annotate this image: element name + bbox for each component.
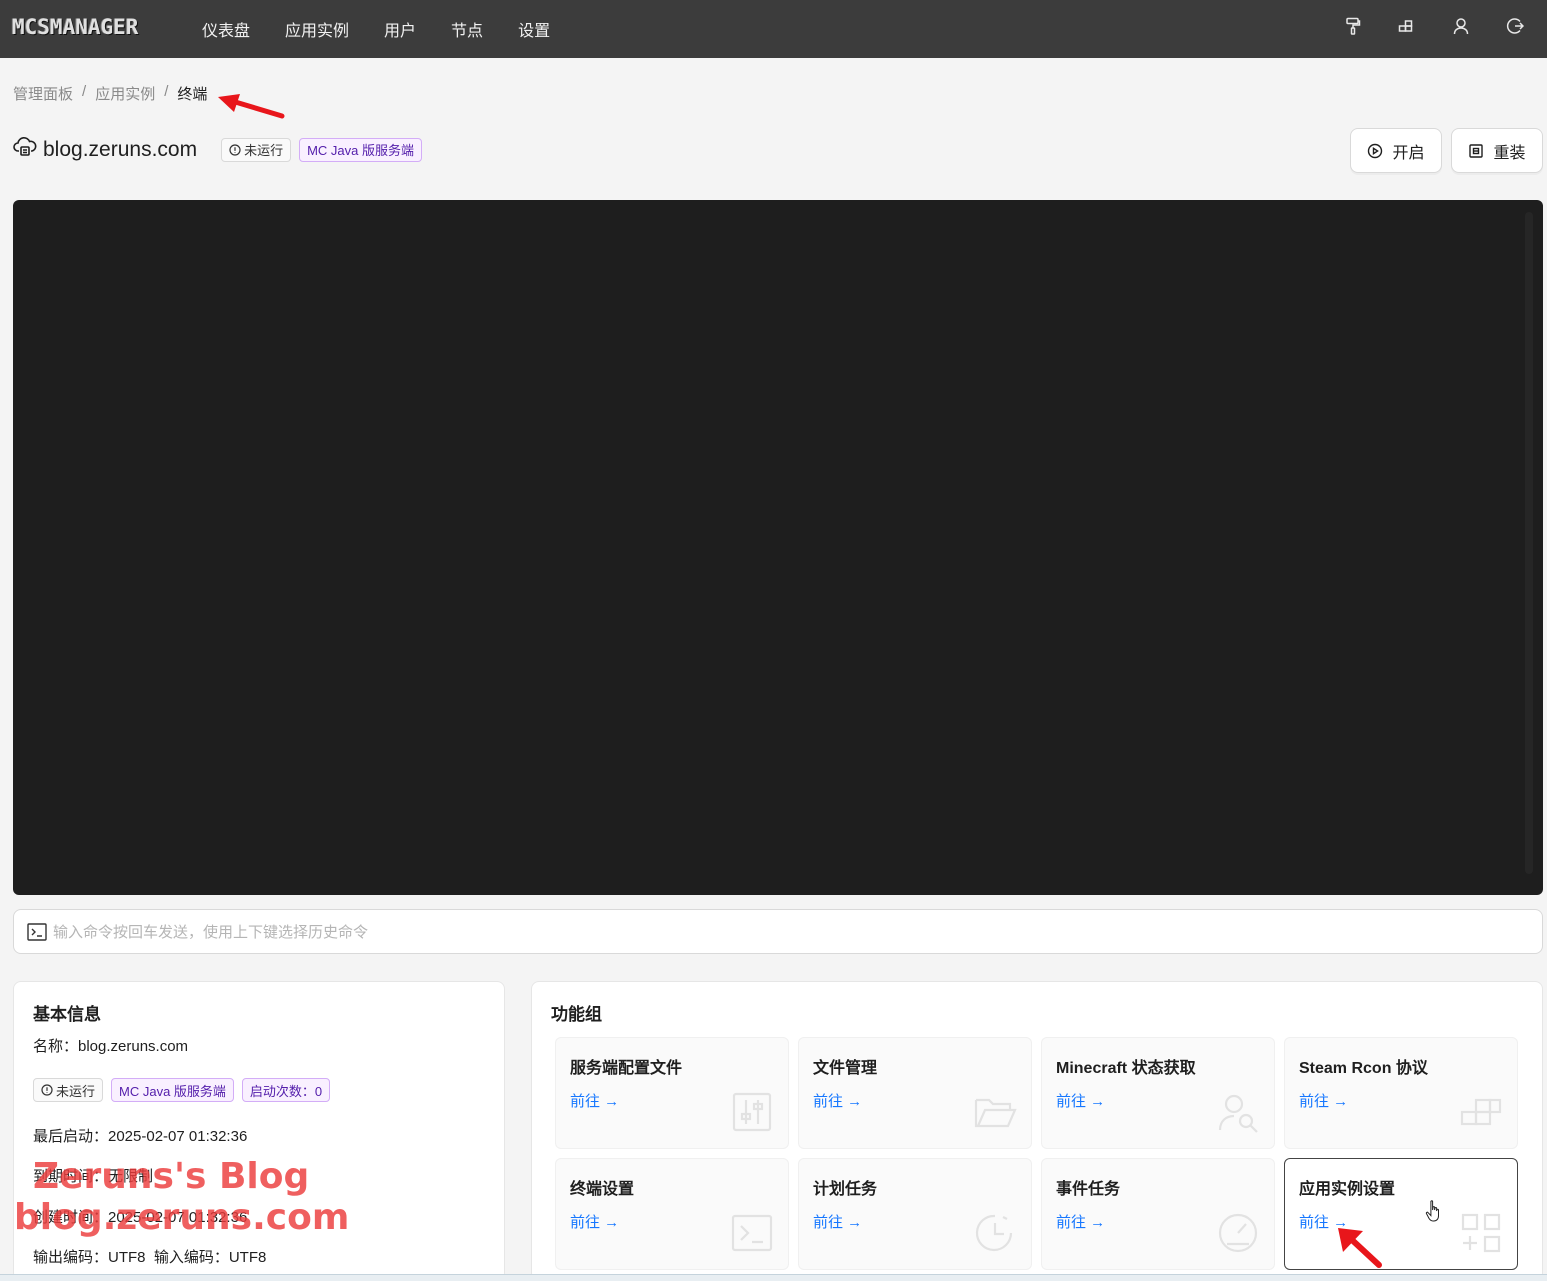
blocks-icon[interactable] (1397, 14, 1417, 38)
function-item-scheduled-tasks[interactable]: 计划任务 前往 → (798, 1158, 1032, 1270)
launch-count-badge: 启动次数：0 (241, 1078, 331, 1102)
go-link[interactable]: 前往 → (813, 1211, 862, 1232)
info-name: 名称：blog.zeruns.com (33, 1038, 189, 1055)
info-encoding: 输出编码：UTF8 输入编码：UTF8 (33, 1249, 267, 1266)
user-icon[interactable] (1451, 14, 1471, 38)
function-item-file-manager[interactable]: 文件管理 前往 → (798, 1037, 1032, 1149)
reinstall-button[interactable]: 重装 (1451, 128, 1543, 173)
info-tags: 未运行 MC Java 版服务端 启动次数：0 (33, 1078, 338, 1102)
nav-nodes[interactable]: 节点 (451, 17, 483, 41)
command-placeholder: 输入命令按回车发送，使用上下键选择历史命令 (53, 924, 369, 941)
start-button[interactable]: 开启 (1350, 128, 1442, 173)
function-group-card: 功能组 服务端配置文件 前往 → 文件管理 前往 → Minecraft 状态获… (531, 981, 1543, 1281)
go-link[interactable]: 前往 → (1056, 1090, 1105, 1111)
function-item-instance-settings[interactable]: 应用实例设置 前往 → (1284, 1158, 1518, 1270)
info-last-start: 最后启动：2025-02-07 01:32:36 (33, 1128, 248, 1145)
function-title: Minecraft 状态获取 (1056, 1060, 1196, 1077)
folder-icon (974, 1098, 1017, 1128)
go-link[interactable]: 前往 → (570, 1211, 619, 1232)
status-text: 未运行 (244, 143, 284, 158)
info-status-text: 未运行 (56, 1083, 96, 1099)
function-title: 服务端配置文件 (570, 1060, 683, 1077)
instance-header: blog.zeruns.com 未运行 MC Java 版服务端 (13, 136, 430, 163)
clock-icon (975, 1214, 1013, 1252)
function-grid: 服务端配置文件 前往 → 文件管理 前往 → Minecraft 状态获取 前往… (555, 1037, 1518, 1270)
hand-cursor-icon (1425, 1200, 1439, 1222)
start-label: 开启 (1392, 144, 1425, 162)
annotation-arrow (218, 94, 285, 119)
function-item-server-config[interactable]: 服务端配置文件 前往 → (555, 1037, 789, 1149)
sliders-icon (732, 1092, 772, 1132)
top-icons (1343, 14, 1525, 38)
top-navbar: MCSMANAGER 仪表盘 应用实例 用户 节点 设置 (0, 0, 1547, 58)
terminal-icon (731, 1214, 773, 1252)
breadcrumb: 管理面板 / 应用实例 / 终端 (13, 83, 207, 104)
reinstall-label: 重装 (1493, 144, 1526, 162)
instance-title: blog.zeruns.com (43, 137, 198, 161)
breadcrumb-instances[interactable]: 应用实例 (95, 83, 155, 104)
function-item-terminal-settings[interactable]: 终端设置 前往 → (555, 1158, 789, 1270)
logout-icon[interactable] (1505, 14, 1525, 38)
breadcrumb-terminal: 终端 (177, 86, 208, 103)
paint-roller-icon[interactable] (1343, 14, 1363, 38)
status-badge: 未运行 (221, 137, 292, 162)
type-badge: MC Java 版服务端 (299, 137, 422, 162)
annotation-arrow (1338, 1228, 1382, 1268)
function-item-steam-rcon[interactable]: Steam Rcon 协议 前往 → (1284, 1037, 1518, 1149)
info-type-badge: MC Java 版服务端 (111, 1078, 234, 1102)
terminal-scrollbar[interactable] (1525, 212, 1533, 874)
info-created: 创建时间：2025-02-07 01:32:36 (33, 1209, 248, 1226)
nav-dashboard[interactable]: 仪表盘 (202, 17, 250, 41)
play-circle-icon (1368, 143, 1383, 158)
terminal-output[interactable] (13, 200, 1543, 895)
function-title: 文件管理 (813, 1060, 878, 1077)
nav-users[interactable]: 用户 (384, 17, 416, 41)
app-add-icon (1461, 1213, 1501, 1253)
info-expire: 到期时间：无限制 (33, 1168, 154, 1185)
function-group-title: 功能组 (551, 1005, 602, 1024)
function-title: 事件任务 (1056, 1181, 1121, 1198)
function-title: 计划任务 (813, 1181, 878, 1198)
breadcrumb-panel[interactable]: 管理面板 (13, 83, 73, 104)
function-title: 终端设置 (570, 1181, 635, 1198)
go-link[interactable]: 前往 → (1299, 1090, 1348, 1111)
breadcrumb-separator: / (82, 83, 87, 100)
command-input[interactable]: 输入命令按回车发送，使用上下键选择历史命令 (13, 909, 1543, 954)
function-item-event-tasks[interactable]: 事件任务 前往 → (1041, 1158, 1275, 1270)
basic-info-title: 基本信息 (33, 1005, 101, 1024)
window-bottom-edge (0, 1274, 1547, 1281)
blocks-icon (1460, 1098, 1502, 1126)
nav-instances[interactable]: 应用实例 (285, 17, 349, 41)
go-link[interactable]: 前往 → (813, 1090, 862, 1111)
terminal-icon (27, 922, 47, 941)
nav-settings[interactable]: 设置 (518, 17, 550, 41)
function-title: 应用实例设置 (1299, 1181, 1396, 1198)
cloud-server-icon (13, 136, 37, 163)
go-link[interactable]: 前往 → (570, 1090, 619, 1111)
breadcrumb-separator: / (164, 83, 169, 100)
go-link[interactable]: 前往 → (1056, 1211, 1105, 1232)
reinstall-icon (1469, 143, 1484, 158)
user-search-icon (1218, 1094, 1258, 1133)
info-status-badge: 未运行 (33, 1078, 104, 1102)
gauge-icon (1218, 1213, 1258, 1253)
logo[interactable]: MCSMANAGER (12, 15, 138, 39)
function-title: Steam Rcon 协议 (1299, 1060, 1428, 1077)
function-item-minecraft-status[interactable]: Minecraft 状态获取 前往 → (1041, 1037, 1275, 1149)
main-nav: 仪表盘 应用实例 用户 节点 设置 (202, 0, 585, 58)
basic-info-card: 基本信息 名称：blog.zeruns.com 未运行 MC Java 版服务端… (13, 981, 505, 1281)
